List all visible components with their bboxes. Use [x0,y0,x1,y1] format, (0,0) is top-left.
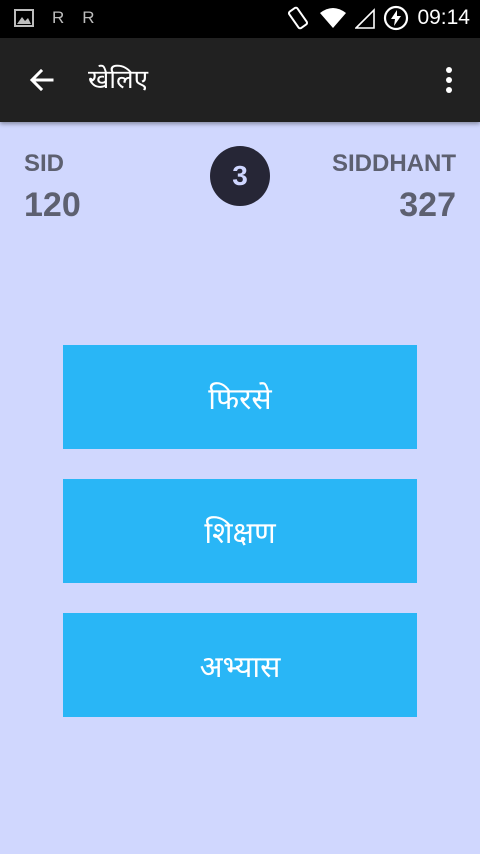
overflow-menu-button[interactable] [442,64,456,96]
image-icon [14,9,34,27]
page-title: खेलिए [88,65,149,95]
system-icons: 09:14 [285,5,470,31]
learn-button[interactable]: शिक्षण [63,479,417,583]
player2-score: SIDDHANT 327 [332,150,456,225]
r-icon: R [82,8,95,27]
player2-name: SIDDHANT [332,150,456,177]
retry-button[interactable]: फिरसे [63,345,417,449]
arrow-back-icon [29,68,54,92]
back-button[interactable] [26,64,58,96]
status-bar: R R 09:14 [0,0,480,38]
round-badge: 3 [210,146,270,206]
more-vert-icon [446,67,452,93]
player2-points: 327 [399,186,456,224]
player1-points: 120 [24,186,81,224]
rotate-icon [288,6,309,30]
wifi-icon [320,8,347,28]
practice-button[interactable]: अभ्यास [63,613,417,717]
player1-score: SID 120 [24,150,81,225]
signal-icon [355,8,376,29]
battery-charging-icon [384,5,409,31]
notification-icons: R R [14,8,95,28]
status-time: 09:14 [417,6,470,29]
r-icon: R [52,8,65,27]
player1-name: SID [24,150,65,177]
app-bar: खेलिए [0,38,480,122]
